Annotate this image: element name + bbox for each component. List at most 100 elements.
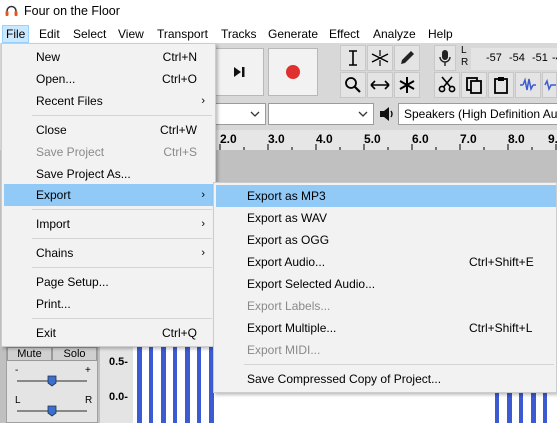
meter-tick: -51 [532,52,548,64]
menu-item-new[interactable]: New Ctrl+N [4,46,213,68]
silence-button[interactable] [542,72,557,98]
menu-item-label: Recent Files [36,94,103,108]
skip-to-end-button[interactable] [214,48,264,96]
ruler-ticks [219,144,557,150]
ruler-label: 9.0 [548,132,557,146]
menu-file[interactable]: File [2,25,30,43]
record-button[interactable] [268,48,318,96]
menu-separator [32,267,212,268]
paste-button[interactable] [488,72,514,98]
menu-item-export[interactable]: Export › [4,184,213,206]
menu-item-export-multiple[interactable]: Export Multiple... Ctrl+Shift+L [216,317,556,339]
menu-item-save-project-as[interactable]: Save Project As... [4,163,213,185]
timeline-ruler[interactable]: 2.0 3.0 4.0 5.0 6.0 7.0 8.0 9.0 [214,130,557,150]
pencil-icon [401,51,414,64]
input-channels-combo[interactable] [214,103,266,125]
menu-item-exit[interactable]: Exit Ctrl+Q [4,322,213,344]
vertical-scale[interactable]: 0.5- 0.0- [100,346,133,423]
record-meter[interactable]: -57 -54 -51 -4 [471,48,557,70]
menu-item-export-ogg[interactable]: Export as OGG [216,229,556,251]
menu-item-export-mp3[interactable]: Export as MP3 [216,185,556,207]
menu-item-shortcut: Ctrl+Shift+E [469,255,534,269]
menu-item-page-setup[interactable]: Page Setup... [4,271,213,293]
menu-view[interactable]: View [114,25,148,43]
pan-thumb[interactable] [47,405,57,417]
trim-audio-icon [520,77,536,92]
menu-item-recent-files[interactable]: Recent Files › [4,90,213,112]
menu-item-export-midi[interactable]: Export MIDI... [216,339,556,361]
copy-button[interactable] [461,72,487,98]
solo-button[interactable]: Solo [52,347,97,361]
envelope-tool[interactable] [367,45,393,71]
mute-button[interactable]: Mute [7,347,52,361]
menu-item-save-project[interactable]: Save Project Ctrl+S [4,141,213,163]
ruler-label: 4.0 [316,132,333,146]
pan-left-label: L [15,395,21,406]
output-device-combo[interactable]: Speakers (High Definition Au [398,103,557,125]
menu-item-export-wav[interactable]: Export as WAV [216,207,556,229]
menu-item-export-selected-audio[interactable]: Export Selected Audio... [216,273,556,295]
cut-button[interactable] [434,72,460,98]
menu-item-export-labels[interactable]: Export Labels... [216,295,556,317]
menu-item-label: Export as MP3 [247,189,326,203]
meter-channel-labels: L R [461,45,468,69]
menu-separator [32,209,212,210]
menu-item-label: Print... [36,297,71,311]
speaker-icon [380,107,393,121]
envelope-icon [371,50,389,66]
meter-tick: -57 [486,52,502,64]
submenu-arrow-icon: › [201,95,205,107]
menu-help[interactable]: Help [424,25,457,43]
menu-separator [32,318,212,319]
menu-item-import[interactable]: Import › [4,213,213,235]
menu-effect[interactable]: Effect [325,25,363,43]
ruler-label: 3.0 [268,132,285,146]
menu-item-label: Close [36,123,67,137]
export-submenu: Export as MP3 Export as WAV Export as OG… [213,182,557,393]
ruler-label: 7.0 [460,132,477,146]
host-combo[interactable] [268,103,374,125]
menu-analyze[interactable]: Analyze [369,25,420,43]
double-arrow-icon [370,80,390,90]
trim-button[interactable] [515,72,541,98]
menu-item-open[interactable]: Open... Ctrl+O [4,68,213,90]
menu-item-close[interactable]: Close Ctrl+W [4,119,213,141]
menu-generate[interactable]: Generate [264,25,322,43]
menu-item-shortcut: Ctrl+W [160,123,197,137]
gain-thumb[interactable] [47,375,57,387]
ruler-label: 8.0 [508,132,525,146]
menu-separator [32,238,212,239]
menu-item-label: Export as WAV [247,211,328,225]
track-control-panel[interactable]: Mute Solo - + L R [6,346,98,423]
menu-select[interactable]: Select [69,25,110,43]
menu-item-label: Export Multiple... [247,321,337,335]
menu-item-export-audio[interactable]: Export Audio... Ctrl+Shift+E [216,251,556,273]
menu-tracks[interactable]: Tracks [217,25,261,43]
copy-icon [466,77,482,94]
menu-edit[interactable]: Edit [35,25,64,43]
draw-tool[interactable] [394,45,420,71]
gain-minus-label: - [15,365,19,376]
selection-tool[interactable] [340,45,366,71]
asterisk-icon [399,77,415,93]
menu-item-print[interactable]: Print... [4,293,213,315]
ruler-label: 6.0 [412,132,429,146]
menu-item-label: Export Audio... [247,255,326,269]
menu-item-label: Export [36,188,71,202]
menu-transport[interactable]: Transport [153,25,212,43]
menu-item-chains[interactable]: Chains › [4,242,213,264]
time-shift-tool[interactable] [367,72,393,98]
i-beam-icon [349,50,357,66]
menu-item-label: Page Setup... [36,275,109,289]
menu-separator [244,364,554,365]
menu-item-label: Open... [36,72,76,86]
menu-item-save-compressed-copy[interactable]: Save Compressed Copy of Project... [216,368,556,390]
multi-tool[interactable] [394,72,420,98]
magnifier-icon [345,77,361,93]
skip-to-end-icon [234,67,245,77]
record-meter-button[interactable] [434,45,456,71]
menu-item-shortcut: Ctrl+O [161,72,197,86]
window-title: Four on the Floor [24,4,120,18]
menu-item-label: Chains [36,246,74,260]
zoom-tool[interactable] [340,72,366,98]
